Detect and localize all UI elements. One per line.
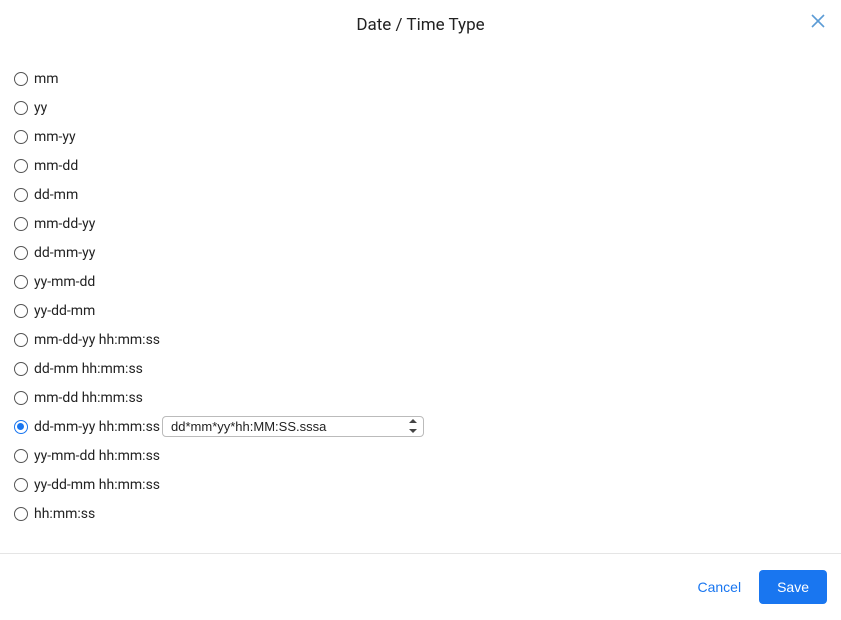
option-row: mm-dd hh:mm:ss (14, 383, 827, 412)
radio-dd-mm-yy[interactable] (14, 246, 28, 260)
option-label[interactable]: yy-dd-mm hh:mm:ss (34, 477, 160, 493)
save-button[interactable]: Save (759, 570, 827, 604)
close-button[interactable] (809, 14, 827, 32)
radio-hhmmss[interactable] (14, 507, 28, 521)
date-time-type-dialog: Date / Time Type mm yy mm-yy mm-dd dd-mm (0, 0, 841, 620)
cancel-button[interactable]: Cancel (697, 571, 741, 603)
option-label[interactable]: yy (34, 100, 47, 116)
option-row: mm-dd-yy hh:mm:ss (14, 325, 827, 354)
option-label[interactable]: mm-dd-yy (34, 216, 95, 232)
option-row: mm-dd (14, 151, 827, 180)
options-list: mm yy mm-yy mm-dd dd-mm mm-dd-yy dd-mm-y… (0, 50, 841, 528)
radio-dd-mm-yy-hhmmss[interactable] (14, 420, 28, 434)
option-label[interactable]: yy-dd-mm (34, 303, 95, 319)
radio-dd-mm[interactable] (14, 188, 28, 202)
option-row: yy-dd-mm hh:mm:ss (14, 470, 827, 499)
radio-mm[interactable] (14, 72, 28, 86)
option-row: yy-mm-dd hh:mm:ss (14, 441, 827, 470)
radio-yy-dd-mm[interactable] (14, 304, 28, 318)
radio-mm-dd[interactable] (14, 159, 28, 173)
radio-yy-mm-dd-hhmmss[interactable] (14, 449, 28, 463)
option-label[interactable]: yy-mm-dd (34, 274, 95, 290)
option-label[interactable]: mm-dd hh:mm:ss (34, 390, 143, 406)
radio-mm-dd-yy[interactable] (14, 217, 28, 231)
option-label[interactable]: dd-mm (34, 187, 78, 203)
radio-mm-dd-yy-hhmmss[interactable] (14, 333, 28, 347)
option-row: dd-mm hh:mm:ss (14, 354, 827, 383)
option-label[interactable]: mm-dd-yy hh:mm:ss (34, 332, 160, 348)
option-row: dd-mm-yy hh:mm:ss dd*mm*yy*hh:MM:SS.sssa (14, 412, 827, 441)
radio-mm-dd-hhmmss[interactable] (14, 391, 28, 405)
option-label[interactable]: yy-mm-dd hh:mm:ss (34, 448, 160, 464)
dialog-footer: Cancel Save (0, 553, 841, 620)
radio-yy-mm-dd[interactable] (14, 275, 28, 289)
option-label[interactable]: mm-dd (34, 158, 78, 174)
option-row: mm (14, 64, 827, 93)
option-label[interactable]: dd-mm-yy hh:mm:ss (34, 419, 160, 435)
option-row: yy-mm-dd (14, 267, 827, 296)
option-row: yy-dd-mm (14, 296, 827, 325)
format-select[interactable]: dd*mm*yy*hh:MM:SS.sssa (162, 416, 424, 437)
option-row: mm-dd-yy (14, 209, 827, 238)
option-row: dd-mm (14, 180, 827, 209)
radio-yy[interactable] (14, 101, 28, 115)
option-row: hh:mm:ss (14, 499, 827, 528)
dialog-header: Date / Time Type (0, 0, 841, 50)
option-label[interactable]: mm (34, 71, 59, 87)
option-row: mm-yy (14, 122, 827, 151)
close-icon (811, 14, 825, 32)
format-select-wrap: dd*mm*yy*hh:MM:SS.sssa (162, 416, 424, 437)
option-label[interactable]: hh:mm:ss (34, 506, 95, 522)
option-label[interactable]: dd-mm hh:mm:ss (34, 361, 143, 377)
dialog-title: Date / Time Type (356, 15, 484, 35)
option-label[interactable]: dd-mm-yy (34, 245, 95, 261)
radio-yy-dd-mm-hhmmss[interactable] (14, 478, 28, 492)
radio-mm-yy[interactable] (14, 130, 28, 144)
option-label[interactable]: mm-yy (34, 129, 76, 145)
option-row: yy (14, 93, 827, 122)
option-row: dd-mm-yy (14, 238, 827, 267)
radio-dd-mm-hhmmss[interactable] (14, 362, 28, 376)
